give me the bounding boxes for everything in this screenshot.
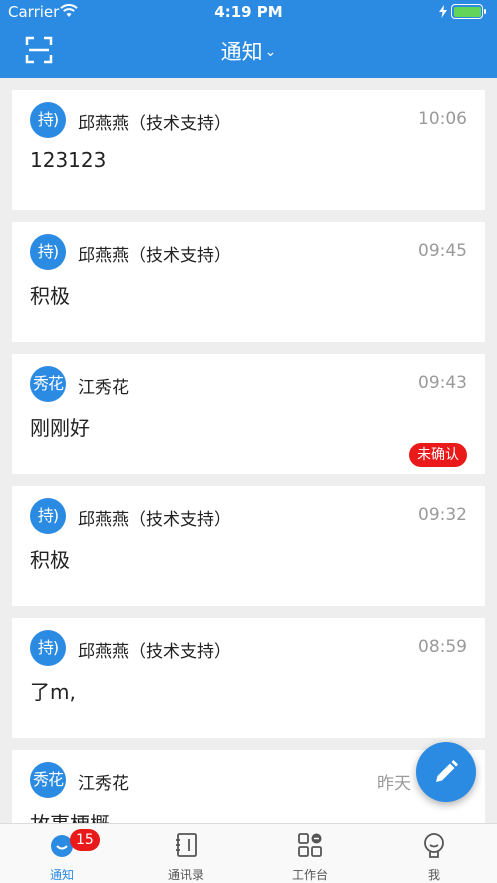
avatar: 秀花 — [30, 366, 66, 402]
battery-icon — [451, 4, 486, 19]
avatar: 持) — [30, 498, 66, 534]
message-card[interactable]: 秀花 江秀花 09:43 刚刚好 未确认 — [12, 354, 485, 474]
tab-notifications[interactable]: 15 通知 — [0, 824, 124, 883]
sender-name: 邱燕燕（技术支持） — [78, 114, 231, 134]
contacts-icon — [176, 833, 197, 857]
avatar: 持) — [30, 234, 66, 270]
tab-profile[interactable]: 我 — [372, 824, 496, 883]
sender-name: 邱燕燕（技术支持） — [78, 510, 231, 530]
pencil-icon — [436, 760, 458, 782]
page-title: 通知 — [220, 40, 263, 64]
message-time: 10:06 — [418, 109, 467, 129]
tab-label: 通讯录 — [167, 868, 204, 882]
unconfirmed-badge: 未确认 — [409, 443, 467, 467]
status-bar: Carrier 4:19 PM — [0, 0, 497, 25]
charging-icon — [439, 5, 447, 18]
avatar: 持) — [30, 102, 66, 138]
notification-count-badge: 15 — [70, 829, 100, 851]
tab-label: 工作台 — [291, 868, 328, 882]
sender-name: 江秀花 — [78, 378, 129, 398]
message-card[interactable]: 秀花 江秀花 昨天 故事梗概 — [12, 750, 485, 823]
message-time: 09:45 — [418, 241, 467, 261]
message-content: 123123 — [30, 148, 107, 172]
chevron-down-icon: ⌄ — [264, 44, 277, 60]
message-content: 了m, — [30, 680, 76, 704]
message-content: 积极 — [30, 548, 70, 572]
message-time: 08:59 — [418, 637, 467, 657]
message-card[interactable]: 持) 邱燕燕（技术支持） 08:59 了m, — [12, 618, 485, 738]
tab-label: 我 — [427, 868, 440, 882]
message-content: 积极 — [30, 284, 70, 308]
message-card[interactable]: 持) 邱燕燕（技术支持） 09:32 积极 — [12, 486, 485, 606]
message-time: 昨天 — [377, 774, 411, 794]
sender-name: 邱燕燕（技术支持） — [78, 642, 231, 662]
profile-icon — [424, 833, 444, 858]
avatar: 秀花 — [30, 762, 66, 798]
status-time: 4:19 PM — [214, 3, 283, 21]
sender-name: 江秀花 — [78, 774, 129, 794]
message-card[interactable]: 持) 邱燕燕（技术支持） 10:06 123123 — [12, 90, 485, 210]
avatar: 持) — [30, 630, 66, 666]
message-time: 09:43 — [418, 373, 467, 393]
compose-button[interactable] — [416, 742, 476, 802]
tab-workbench[interactable]: 工作台 — [248, 824, 372, 883]
tab-bar: 15 通知 通讯录 工作台 我 — [0, 823, 497, 883]
message-card[interactable]: 持) 邱燕燕（技术支持） 09:45 积极 — [12, 222, 485, 342]
tab-label: 通知 — [49, 868, 74, 882]
message-content: 故事梗概 — [30, 808, 110, 823]
nav-title-dropdown[interactable]: 通知 ⌄ — [0, 36, 497, 66]
workbench-icon — [298, 833, 322, 857]
message-time: 09:32 — [418, 505, 467, 525]
notification-list[interactable]: 持) 邱燕燕（技术支持） 10:06 123123 持) 邱燕燕（技术支持） 0… — [0, 78, 497, 823]
sender-name: 邱燕燕（技术支持） — [78, 246, 231, 266]
tab-contacts[interactable]: 通讯录 — [124, 824, 248, 883]
navigation-bar: Carrier 4:19 PM 通知 ⌄ — [0, 0, 497, 78]
message-content: 刚刚好 — [30, 416, 90, 440]
